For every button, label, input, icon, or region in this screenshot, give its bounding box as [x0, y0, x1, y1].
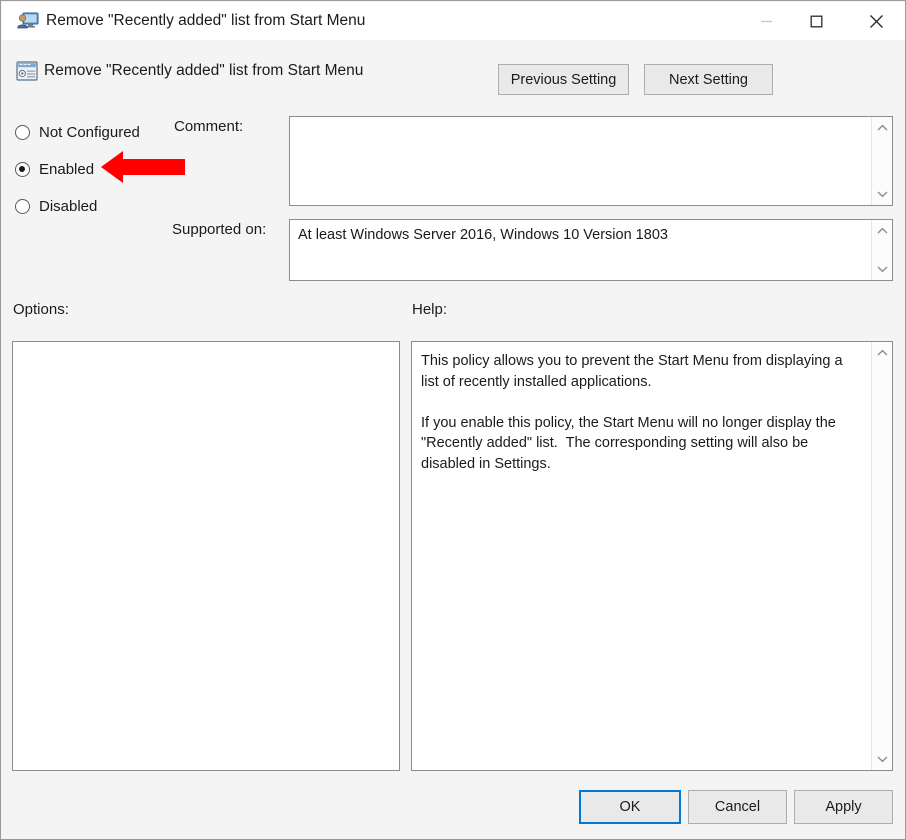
radio-mark-enabled — [15, 161, 30, 177]
chevron-down-icon[interactable] — [872, 185, 892, 203]
chevron-down-icon[interactable] — [872, 260, 892, 278]
policy-setting-icon — [16, 60, 38, 82]
minimize-button[interactable] — [742, 3, 790, 39]
radio-not-configured[interactable]: Not Configured — [15, 121, 140, 143]
group-policy-setting-dialog: Remove "Recently added" list from Start … — [0, 0, 906, 840]
radio-mark-not-configured — [15, 124, 30, 140]
policy-user-monitor-icon — [17, 11, 39, 31]
supported-on-value: At least Windows Server 2016, Windows 10… — [298, 227, 668, 243]
comment-label: Comment: — [174, 118, 244, 135]
minimize-icon — [760, 20, 772, 22]
ok-button[interactable]: OK — [579, 790, 681, 824]
cancel-button[interactable]: Cancel — [688, 790, 787, 824]
radio-label-disabled: Disabled — [39, 197, 98, 215]
comment-scrollbar[interactable] — [871, 117, 892, 205]
maximize-icon — [810, 15, 822, 27]
comment-input[interactable] — [289, 116, 893, 206]
chevron-down-icon[interactable] — [872, 750, 892, 768]
radio-label-not-configured: Not Configured — [39, 123, 140, 141]
radio-mark-disabled — [15, 198, 30, 214]
apply-button[interactable]: Apply — [794, 790, 893, 824]
close-button[interactable] — [852, 3, 900, 39]
options-panel[interactable] — [12, 341, 400, 771]
help-text: This policy allows you to prevent the St… — [421, 353, 843, 472]
options-label: Options: — [13, 301, 69, 318]
help-panel: This policy allows you to prevent the St… — [411, 341, 893, 771]
window-title: Remove "Recently added" list from Start … — [46, 12, 366, 29]
maximize-button[interactable] — [792, 3, 840, 39]
red-arrow-annotation-icon — [101, 149, 185, 185]
radio-disabled[interactable]: Disabled — [15, 195, 97, 217]
title-bar: Remove "Recently added" list from Start … — [2, 2, 905, 40]
help-scrollbar[interactable] — [871, 342, 892, 770]
close-icon — [869, 14, 883, 28]
next-setting-button[interactable]: Next Setting — [644, 64, 773, 95]
help-label: Help: — [412, 301, 448, 318]
supported-on-label: Supported on: — [172, 221, 267, 238]
chevron-up-icon[interactable] — [872, 119, 892, 137]
supported-on-field[interactable]: At least Windows Server 2016, Windows 10… — [289, 219, 893, 281]
radio-enabled[interactable]: Enabled — [15, 158, 94, 180]
setting-title: Remove "Recently added" list from Start … — [44, 62, 364, 79]
chevron-up-icon[interactable] — [872, 344, 892, 362]
radio-label-enabled: Enabled — [39, 160, 95, 178]
chevron-up-icon[interactable] — [872, 222, 892, 240]
previous-setting-button[interactable]: Previous Setting — [498, 64, 629, 95]
supported-on-scrollbar[interactable] — [871, 220, 892, 280]
